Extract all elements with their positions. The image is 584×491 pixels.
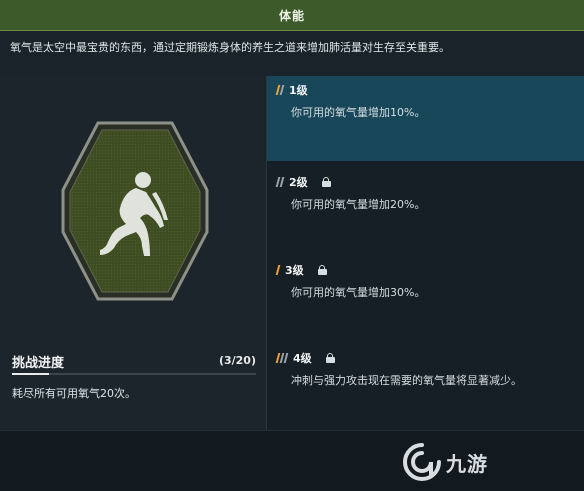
- skill-badge: [60, 120, 210, 302]
- section-title: 体能: [278, 8, 305, 23]
- skill-description: 氧气是太空中最宝贵的东西，通过定期锻炼身体的养生之道来增加肺活量对生存至关重要。: [0, 31, 584, 76]
- watermark-text: 九游: [446, 451, 488, 476]
- lock-icon: [325, 353, 335, 363]
- level-item-4[interactable]: 4级 冲刺与强力攻击现在需要的氧气量将显著减少。: [267, 344, 584, 429]
- challenge-progress-fill: [12, 373, 49, 375]
- level-indicator-icon: [275, 177, 285, 187]
- level-description: 冲刺与强力攻击现在需要的氧气量将显著减少。: [291, 374, 522, 387]
- level-name: 3级: [285, 264, 304, 277]
- level-list: 1级 你可用的氧气量增加10%。 2级 你可用的氧气量增加20%。 3级 你可用…: [266, 76, 584, 430]
- level-indicator-icon: [275, 265, 281, 275]
- watermark: 九游: [402, 442, 488, 482]
- challenge-progress-count: (3/20): [218, 354, 256, 367]
- level-description: 你可用的氧气量增加30%。: [291, 286, 426, 299]
- footer-bar: [0, 430, 584, 491]
- level-item-2[interactable]: 2级 你可用的氧气量增加20%。: [267, 168, 584, 253]
- level-name: 2级: [289, 176, 308, 189]
- level-item-3[interactable]: 3级 你可用的氧气量增加30%。: [267, 256, 584, 341]
- challenge-description: 耗尽所有可用氧气20次。: [12, 387, 136, 400]
- section-header: 体能: [0, 0, 584, 31]
- skill-overview-panel: 挑战进度 (3/20) 耗尽所有可用氧气20次。: [0, 76, 266, 430]
- lock-icon: [321, 177, 331, 187]
- level-name: 1级: [289, 84, 308, 97]
- level-indicator-icon: [275, 353, 289, 363]
- challenge-progress-title: 挑战进度: [12, 356, 65, 371]
- lock-icon: [317, 265, 327, 275]
- level-description: 你可用的氧气量增加20%。: [291, 198, 426, 211]
- skill-description-text: 氧气是太空中最宝贵的东西，通过定期锻炼身体的养生之道来增加肺活量对生存至关重要。: [10, 41, 450, 54]
- level-description: 你可用的氧气量增加10%。: [291, 106, 426, 119]
- level-item-1[interactable]: 1级 你可用的氧气量增加10%。: [267, 76, 584, 161]
- level-indicator-icon: [275, 85, 285, 95]
- nine-game-logo-icon: [403, 443, 441, 481]
- level-name: 4级: [293, 352, 312, 365]
- challenge-progress-bar: [12, 373, 256, 375]
